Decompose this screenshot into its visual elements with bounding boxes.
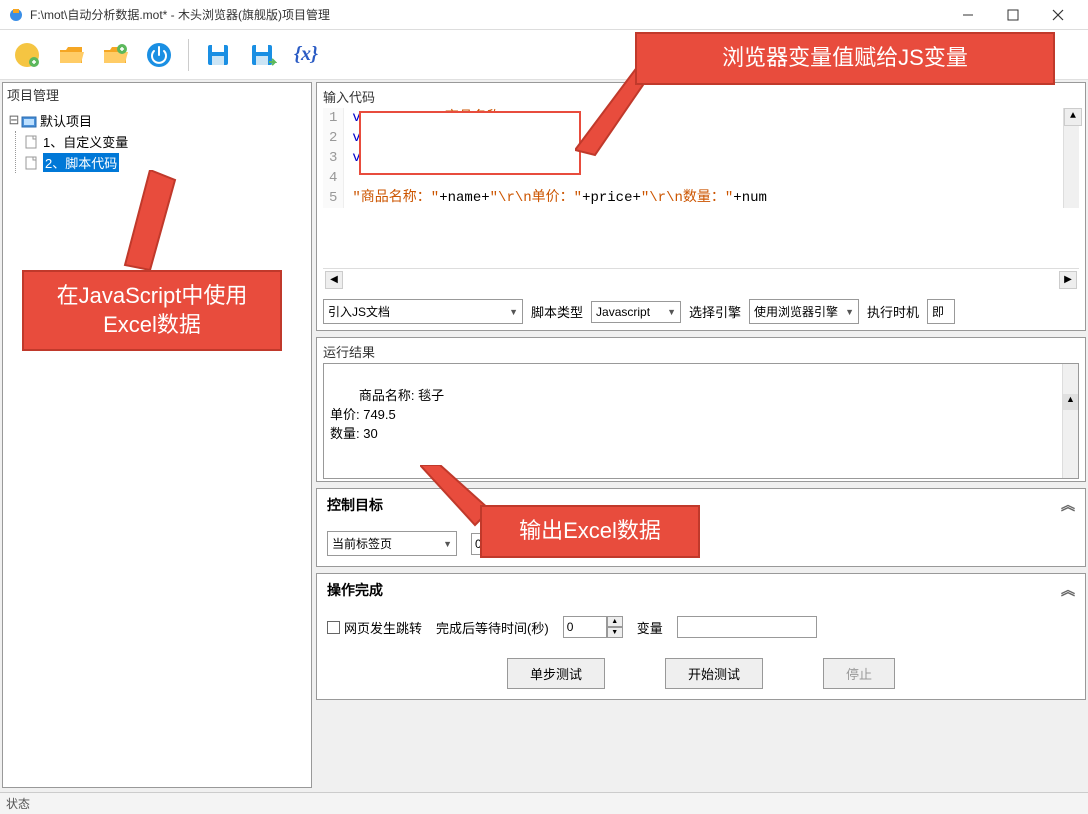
- toolbar-separator: [188, 39, 189, 71]
- tree-item-label: 2、脚本代码: [43, 153, 119, 172]
- result-output[interactable]: 商品名称: 毯子 单价: 749.5 数量: 30 ▲: [323, 363, 1079, 479]
- callout-left: 在JavaScript中使用Excel数据: [22, 270, 282, 351]
- app-icon: [8, 7, 24, 23]
- spin-up[interactable]: ▲: [607, 616, 623, 627]
- step-test-button[interactable]: 单步测试: [507, 658, 605, 689]
- chevron-down-icon: ▼: [845, 307, 854, 317]
- spin-down[interactable]: ▼: [607, 627, 623, 638]
- variable-button[interactable]: {x}: [287, 36, 325, 74]
- code-text[interactable]: var name="{商品名称}";var price="{单价}";var n…: [344, 108, 1063, 208]
- tree-root[interactable]: ⊟ 默认项目: [7, 110, 307, 131]
- new-project-button[interactable]: [8, 36, 46, 74]
- operation-title: 操作完成: [327, 580, 383, 600]
- script-type-value: Javascript: [596, 305, 650, 319]
- engine-label: 选择引擎: [689, 302, 741, 321]
- status-bar: 状态: [0, 792, 1088, 814]
- tab-select-combo[interactable]: 当前标签页 ▼: [327, 531, 457, 556]
- scroll-up-icon[interactable]: ▲: [1063, 394, 1078, 410]
- checkbox-label: 网页发生跳转: [344, 618, 422, 637]
- project-icon: [21, 114, 37, 128]
- save-as-button[interactable]: [243, 36, 281, 74]
- page-icon: [24, 156, 40, 170]
- tree-collapse-icon[interactable]: ⊟: [7, 113, 21, 128]
- scroll-left-button[interactable]: ◀: [325, 271, 343, 289]
- power-button[interactable]: [140, 36, 178, 74]
- result-scrollbar[interactable]: ▲: [1062, 364, 1078, 478]
- maximize-button[interactable]: [990, 1, 1035, 29]
- wait-time-label: 完成后等待时间(秒): [436, 618, 549, 637]
- collapse-icon: ︽: [1061, 495, 1075, 515]
- variable-label: 变量: [637, 618, 663, 637]
- script-type-combo[interactable]: Javascript ▼: [591, 301, 681, 323]
- wait-time-input[interactable]: [563, 616, 607, 638]
- title-bar: F:\mot\自动分析数据.mot* - 木头浏览器(旗舰版)项目管理: [0, 0, 1088, 30]
- tree-item-variable[interactable]: 1、自定义变量: [24, 131, 307, 152]
- callout-top: 浏览器变量值赋给JS变量: [635, 32, 1055, 85]
- callout-arrow: [120, 170, 200, 275]
- result-group-label: 运行结果: [323, 342, 1079, 361]
- tree-root-label: 默认项目: [40, 111, 92, 130]
- wait-time-spinner[interactable]: ▲▼: [563, 616, 623, 638]
- scroll-up-button[interactable]: ▲: [1064, 108, 1082, 126]
- operation-section: 操作完成 ︽ 网页发生跳转 完成后等待时间(秒) ▲▼ 变量 单步测试 开始测试: [316, 573, 1086, 700]
- script-type-label: 脚本类型: [531, 302, 583, 321]
- panel-title: 项目管理: [3, 83, 311, 106]
- variable-x-icon: {x}: [294, 43, 318, 66]
- result-group: 运行结果 商品名称: 毯子 单价: 749.5 数量: 30 ▲: [316, 337, 1086, 482]
- open-folder-button[interactable]: [52, 36, 90, 74]
- chevron-down-icon: ▼: [509, 307, 518, 317]
- start-test-button[interactable]: 开始测试: [665, 658, 763, 689]
- stop-button[interactable]: 停止: [823, 658, 895, 689]
- exec-time-combo[interactable]: 即: [927, 299, 955, 324]
- chevron-down-icon: ▼: [667, 307, 676, 317]
- window-title: F:\mot\自动分析数据.mot* - 木头浏览器(旗舰版)项目管理: [30, 6, 945, 23]
- result-text: 商品名称: 毯子 单价: 749.5 数量: 30: [330, 388, 444, 441]
- exec-time-value: 即: [932, 303, 944, 320]
- variable-input[interactable]: [677, 616, 817, 638]
- code-input-group: 输入代码 12345 var name="{商品名称}";var price="…: [316, 82, 1086, 331]
- import-js-combo[interactable]: 引入JS文档 ▼: [323, 299, 523, 324]
- code-editor[interactable]: 12345 var name="{商品名称}";var price="{单价}"…: [323, 108, 1079, 208]
- callout-mid: 输出Excel数据: [480, 505, 700, 558]
- status-text: 状态: [6, 797, 30, 811]
- engine-value: 使用浏览器引擎: [754, 303, 838, 320]
- page-jump-checkbox[interactable]: 网页发生跳转: [327, 618, 422, 637]
- scroll-right-button[interactable]: ▶: [1059, 271, 1077, 289]
- checkbox-box[interactable]: [327, 621, 340, 634]
- add-folder-button[interactable]: [96, 36, 134, 74]
- import-js-label: 引入JS文档: [328, 303, 390, 320]
- exec-time-label: 执行时机: [867, 302, 919, 321]
- line-gutter: 12345: [323, 108, 344, 208]
- collapse-icon: ︽: [1061, 580, 1075, 600]
- save-button[interactable]: [199, 36, 237, 74]
- tab-select-value: 当前标签页: [332, 535, 392, 552]
- code-group-label: 输入代码: [323, 87, 1079, 106]
- tree-item-label: 1、自定义变量: [43, 132, 128, 151]
- minimize-button[interactable]: [945, 1, 990, 29]
- page-icon: [24, 135, 40, 149]
- operation-header[interactable]: 操作完成 ︽: [317, 574, 1085, 606]
- chevron-down-icon: ▼: [443, 539, 452, 549]
- engine-combo[interactable]: 使用浏览器引擎 ▼: [749, 299, 859, 324]
- control-target-title: 控制目标: [327, 495, 383, 515]
- close-button[interactable]: [1035, 1, 1080, 29]
